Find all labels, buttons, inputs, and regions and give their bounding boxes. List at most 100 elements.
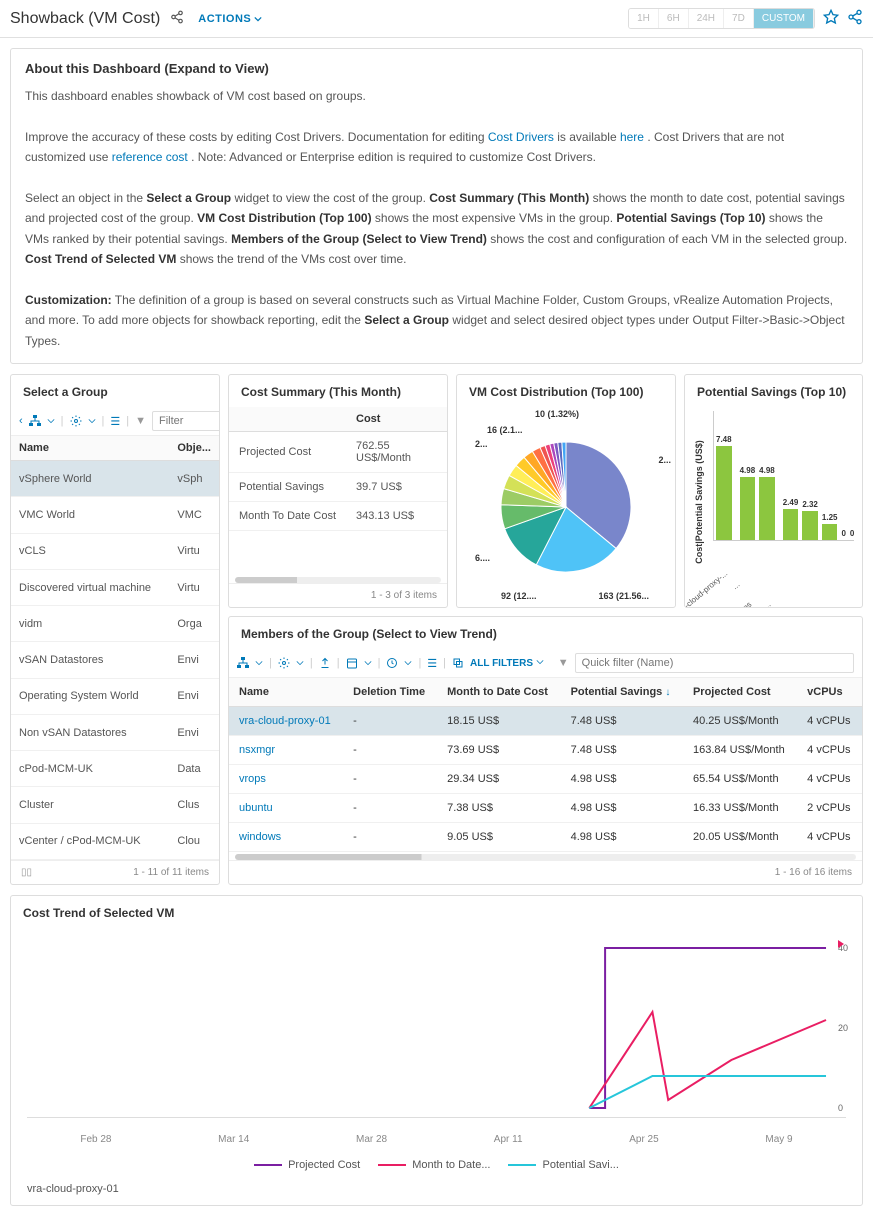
bar-ylabel: Cost|Potential Savings (US$)	[694, 440, 704, 564]
actions-dropdown[interactable]: ACTIONS	[198, 13, 262, 25]
chevron-down-icon[interactable]	[88, 417, 96, 425]
trend-vm-label: vra-cloud-proxy-01	[11, 1179, 862, 1205]
group-table: Name Obje... vSphere WorldvSphVMC WorldV…	[11, 436, 219, 860]
cost-drivers-link[interactable]: Cost Drivers	[488, 130, 554, 144]
reference-cost-link[interactable]: reference cost	[112, 150, 188, 164]
nav-back-icon[interactable]: ‹	[19, 415, 23, 427]
gear-icon[interactable]	[70, 415, 82, 427]
col-name[interactable]: Name	[11, 436, 169, 461]
legend-item[interactable]: Projected Cost	[254, 1159, 360, 1171]
members-pager: 1 - 16 of 16 items	[229, 860, 862, 884]
bar-col[interactable]: 2.49test01	[783, 498, 799, 540]
members-col[interactable]: Potential Savings ↓	[561, 678, 683, 707]
hierarchy-icon[interactable]	[237, 657, 249, 669]
group-row[interactable]: Non vSAN DatastoresEnvi	[11, 714, 219, 750]
group-row[interactable]: ClusterClus	[11, 787, 219, 823]
chevron-down-icon[interactable]	[296, 659, 304, 667]
chevron-down-icon[interactable]	[404, 659, 412, 667]
filter-icon[interactable]: ▼	[135, 415, 146, 427]
all-filters-button[interactable]: ALL FILTERS	[470, 658, 544, 669]
group-row[interactable]: vCenter / cPod-MCM-UKClou	[11, 823, 219, 859]
vm-link[interactable]: windows	[239, 831, 281, 843]
vm-dist-title: VM Cost Distribution (Top 100)	[457, 375, 675, 407]
members-col[interactable]: Deletion Time	[343, 678, 437, 707]
pie-chart[interactable]: 10 (1.32%) 16 (2.1... 2... 2... 163 (21.…	[457, 407, 675, 607]
legend-item[interactable]: Month to Date...	[378, 1159, 490, 1171]
bar-col[interactable]: 2.32...	[802, 500, 818, 540]
vm-link[interactable]: nsxmgr	[239, 744, 275, 756]
bar-col[interactable]: 4.98...	[759, 466, 775, 540]
time-btn-7d[interactable]: 7D	[724, 9, 754, 28]
here-link[interactable]: here	[620, 130, 644, 144]
members-panel: Members of the Group (Select to View Tre…	[228, 616, 863, 885]
members-col[interactable]: Name	[229, 678, 343, 707]
vm-link[interactable]: ubuntu	[239, 802, 273, 814]
bar-col[interactable]: 0...	[841, 529, 845, 540]
legend-item[interactable]: Potential Savi...	[508, 1159, 618, 1171]
members-col[interactable]: Projected Cost	[683, 678, 797, 707]
members-toolbar: | | | | | ☰ | ALL FILTERS ▼	[229, 649, 862, 678]
quick-filter-input[interactable]	[575, 653, 854, 673]
cost-summary-table: Cost Projected Cost762.55 US$/MonthPoten…	[229, 407, 447, 531]
time-btn-1h[interactable]: 1H	[629, 9, 659, 28]
bar-col[interactable]: 0tkgs-haproxy	[850, 529, 854, 540]
gear-icon[interactable]	[278, 657, 290, 669]
group-row[interactable]: vidmOrga	[11, 606, 219, 642]
group-row[interactable]: vCLSVirtu	[11, 533, 219, 569]
cost-row: Projected Cost762.55 US$/Month	[229, 432, 447, 473]
members-col[interactable]: Month to Date Cost	[437, 678, 560, 707]
bar-chart[interactable]: Cost|Potential Savings (US$) 10 5 0 7.48…	[685, 407, 862, 587]
calendar-icon[interactable]	[346, 657, 358, 669]
about-panel: About this Dashboard (Expand to View) Th…	[10, 48, 863, 364]
svg-text:0: 0	[838, 1103, 843, 1113]
group-row[interactable]: cPod-MCM-UKData	[11, 751, 219, 787]
bar-col[interactable]: 4.98vrops	[740, 466, 756, 540]
members-row[interactable]: nsxmgr-73.69 US$7.48 US$163.84 US$/Month…	[229, 736, 862, 765]
trend-chart[interactable]: 02040	[27, 938, 846, 1118]
list-icon[interactable]: ☰	[110, 415, 120, 428]
chevron-down-icon[interactable]	[47, 417, 55, 425]
members-row[interactable]: vra-cloud-proxy-01-18.15 US$7.48 US$40.2…	[229, 707, 862, 736]
cost-summary-title: Cost Summary (This Month)	[229, 375, 447, 407]
group-row[interactable]: Discovered virtual machineVirtu	[11, 569, 219, 605]
clock-icon[interactable]	[386, 657, 398, 669]
list-icon[interactable]: ☰	[427, 657, 437, 670]
copy-icon[interactable]	[452, 657, 464, 669]
time-btn-24h[interactable]: 24H	[689, 9, 724, 28]
group-row[interactable]: Operating System WorldEnvi	[11, 678, 219, 714]
cost-row: Month To Date Cost343.13 US$	[229, 502, 447, 531]
page-title: Showback (VM Cost)	[10, 10, 160, 28]
filter-icon[interactable]: ▼	[558, 657, 569, 669]
about-title[interactable]: About this Dashboard (Expand to View)	[25, 61, 848, 76]
trend-title: Cost Trend of Selected VM	[11, 896, 862, 928]
vm-link[interactable]: vrops	[239, 773, 266, 785]
time-btn-custom[interactable]: CUSTOM	[754, 9, 814, 28]
columns-icon[interactable]: ▯▯	[21, 867, 32, 878]
vm-link[interactable]: vra-cloud-proxy-01	[239, 715, 331, 727]
chevron-down-icon[interactable]	[255, 659, 263, 667]
group-filter-input[interactable]	[152, 411, 220, 431]
share-icon[interactable]	[170, 10, 184, 27]
time-range-group: 1H6H24H7DCUSTOM	[628, 8, 815, 29]
hierarchy-icon[interactable]	[29, 415, 41, 427]
group-row[interactable]: vSAN DatastoresEnvi	[11, 642, 219, 678]
group-row[interactable]: VMC WorldVMC	[11, 497, 219, 533]
favorite-icon[interactable]	[823, 9, 839, 28]
group-row[interactable]: vSphere WorldvSph	[11, 461, 219, 497]
members-row[interactable]: vrops-29.34 US$4.98 US$65.54 US$/Month4 …	[229, 765, 862, 794]
members-row[interactable]: ubuntu-7.38 US$4.98 US$16.33 US$/Month2 …	[229, 794, 862, 823]
members-row[interactable]: windows-9.05 US$4.98 US$20.05 US$/Month4…	[229, 823, 862, 852]
share-network-icon[interactable]	[847, 9, 863, 28]
trend-x-axis: Feb 28Mar 14Mar 28Apr 11Apr 25May 9	[11, 1128, 862, 1151]
bar-col[interactable]: 1.25vidm	[822, 513, 838, 540]
cost-pager: 1 - 3 of 3 items	[229, 583, 447, 607]
export-icon[interactable]	[319, 657, 331, 669]
chevron-down-icon[interactable]	[364, 659, 372, 667]
members-col[interactable]: vCPUs	[797, 678, 862, 707]
about-body: This dashboard enables showback of VM co…	[25, 86, 848, 351]
col-obj[interactable]: Obje...	[169, 436, 219, 461]
actions-label: ACTIONS	[198, 13, 251, 25]
bar-col[interactable]: 7.48vra-cloud-proxy-...	[716, 435, 732, 540]
cost-row: Potential Savings39.7 US$	[229, 473, 447, 502]
time-btn-6h[interactable]: 6H	[659, 9, 689, 28]
